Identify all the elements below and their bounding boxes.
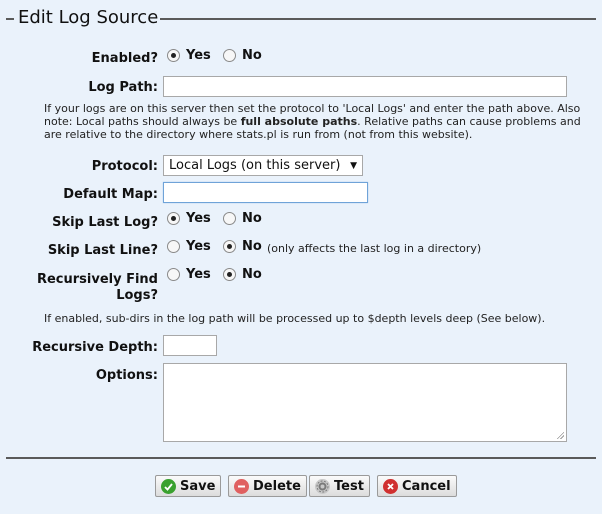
skip-last-log-no-radio[interactable]: No: [223, 211, 262, 226]
fieldset-border-right: [160, 18, 596, 20]
radio-selected-icon[interactable]: [223, 268, 236, 281]
enabled-no-radio[interactable]: No: [223, 48, 262, 63]
log-path-label: Log Path:: [88, 80, 158, 95]
radio-selected-icon[interactable]: [167, 212, 180, 225]
checkmark-icon: [161, 478, 176, 494]
radio-selected-icon[interactable]: [223, 240, 236, 253]
skip-last-line-label: Skip Last Line?: [47, 243, 158, 258]
skip-last-line-no-radio[interactable]: No: [223, 239, 262, 254]
skip-last-line-note: (only affects the last log in a director…: [267, 242, 482, 255]
radio-unselected-icon[interactable]: [167, 268, 180, 281]
skip-last-line-yes-radio[interactable]: Yes: [167, 239, 211, 254]
close-icon: [383, 478, 398, 494]
default-map-input[interactable]: [163, 182, 368, 203]
test-button[interactable]: Test: [309, 475, 370, 497]
enabled-label: Enabled?: [91, 51, 158, 66]
radio-selected-icon[interactable]: [167, 49, 180, 62]
edit-log-source-panel: Edit Log Source Enabled? Yes No Log Path…: [0, 0, 602, 514]
recursive-depth-label: Recursive Depth:: [32, 340, 158, 355]
radio-unselected-icon[interactable]: [223, 212, 236, 225]
radio-unselected-icon[interactable]: [223, 49, 236, 62]
enabled-yes-radio[interactable]: Yes: [167, 48, 211, 63]
protocol-select[interactable]: Local Logs (on this server) ▼: [163, 155, 363, 176]
recursive-find-label-line1: Recursively Find: [36, 272, 158, 287]
save-button[interactable]: Save: [155, 475, 222, 497]
fieldset-legend: Edit Log Source: [18, 7, 159, 28]
options-label: Options:: [95, 368, 158, 383]
cancel-button[interactable]: Cancel: [377, 475, 457, 497]
recursive-find-label-line2: Logs?: [116, 288, 158, 303]
delete-button[interactable]: Delete: [228, 475, 307, 497]
radio-unselected-icon[interactable]: [167, 240, 180, 253]
fieldset-border-left: [6, 18, 14, 20]
recursive-find-no-radio[interactable]: No: [223, 267, 262, 282]
gear-icon: [315, 478, 330, 494]
options-textarea[interactable]: [163, 363, 567, 442]
recursive-find-yes-radio[interactable]: Yes: [167, 267, 211, 282]
log-path-input[interactable]: [163, 76, 567, 97]
fieldset-bottom-border: [6, 457, 596, 459]
skip-last-log-label: Skip Last Log?: [52, 215, 158, 230]
resize-grip-icon[interactable]: [556, 431, 564, 439]
minus-icon: [234, 478, 249, 494]
log-path-help-text: If your logs are on this server then set…: [44, 102, 581, 141]
recursive-help-text: If enabled, sub-dirs in the log path wil…: [44, 312, 546, 325]
skip-last-log-yes-radio[interactable]: Yes: [167, 211, 211, 226]
recursive-depth-input[interactable]: [163, 335, 217, 356]
chevron-down-icon: ▼: [350, 160, 357, 171]
protocol-label: Protocol:: [91, 159, 158, 174]
default-map-label: Default Map:: [63, 187, 158, 202]
